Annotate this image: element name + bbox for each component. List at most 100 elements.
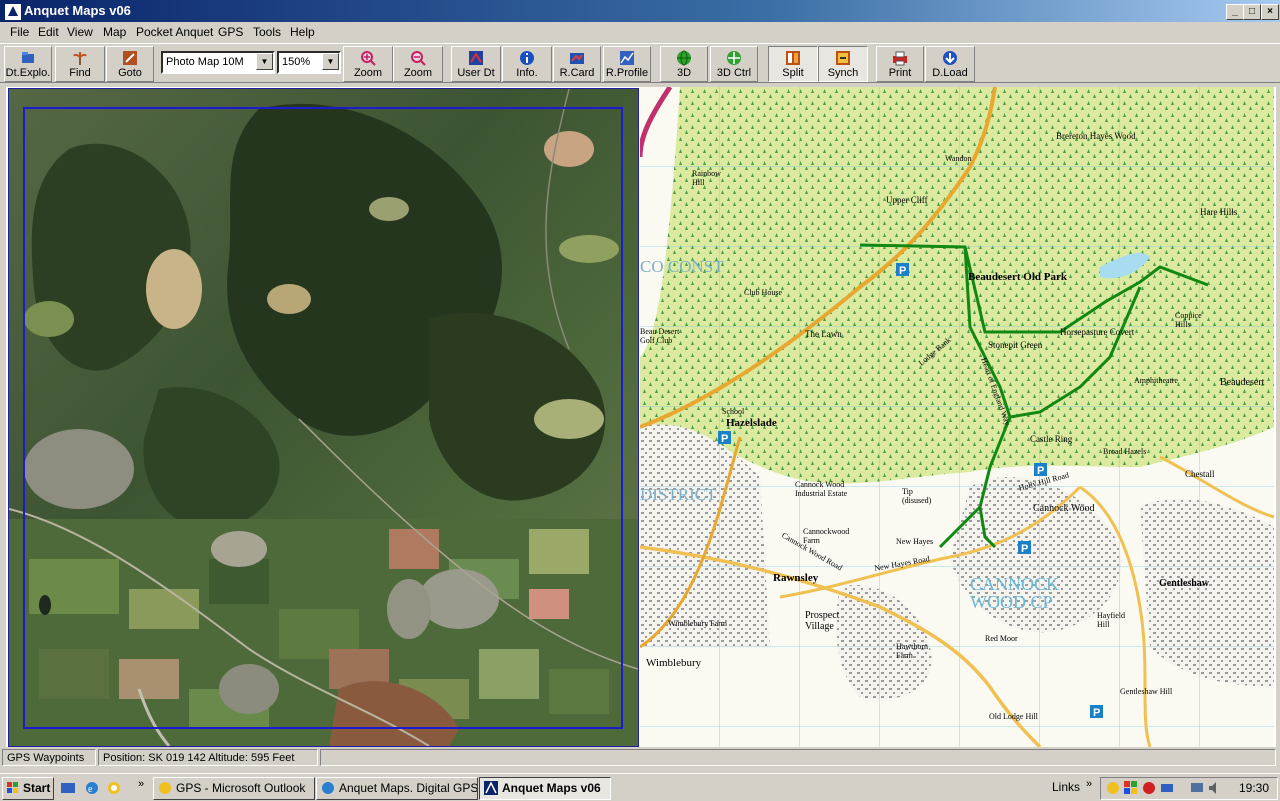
tray-antivirus-icon[interactable]	[1141, 780, 1157, 796]
map-label: Red Moor	[985, 634, 1018, 643]
map-label: Gentleshaw Hill	[1120, 687, 1173, 696]
links-more-icon[interactable]: »	[1086, 778, 1092, 790]
zoom-out-button[interactable]: Zoom	[393, 46, 443, 82]
route-profile-icon	[620, 51, 634, 65]
map-label: Hawthorn Farm	[896, 642, 928, 660]
start-button[interactable]: Start	[2, 777, 54, 800]
info-button[interactable]: Info.	[502, 46, 552, 82]
window-title: Anquet Maps v06	[24, 3, 131, 18]
synch-icon	[836, 51, 850, 65]
goto-button[interactable]: Goto	[106, 46, 154, 82]
zoom-out-icon	[411, 51, 426, 66]
print-button[interactable]: Print	[876, 46, 924, 82]
map-label: Old Lodge Hill	[989, 712, 1038, 721]
map-label: Hazelslade	[726, 417, 777, 429]
menu-bar: File Edit View Map Pocket Anquet GPS Too…	[0, 22, 1280, 42]
clock[interactable]: 19:30	[1239, 781, 1269, 795]
map-label: Amphitheatre	[1134, 376, 1178, 385]
map-label: CANNOCK WOOD CP	[970, 574, 1060, 612]
task-anquet-web[interactable]: Anquet Maps. Digital GPS...	[316, 777, 478, 800]
photo-map-pane[interactable]	[8, 88, 639, 747]
map-label: Upper Cliff	[886, 195, 928, 205]
map-label: Broad Hazels	[1103, 447, 1147, 456]
split-view-icon	[786, 51, 800, 65]
internet-explorer-icon[interactable]: e	[84, 780, 100, 796]
map-label: The Lawn	[805, 329, 842, 339]
map-type-select[interactable]: Photo Map 10M ▼	[161, 51, 275, 74]
title-bar: Anquet Maps v06 _ □ ×	[0, 0, 1280, 22]
task-anquet-maps[interactable]: Anquet Maps v06	[479, 777, 611, 800]
tray-office-icon[interactable]	[1123, 780, 1139, 796]
menu-map[interactable]: Map	[103, 25, 126, 39]
find-button[interactable]: Find	[55, 46, 105, 82]
outlook-icon[interactable]	[106, 780, 122, 796]
user-data-icon	[469, 51, 483, 65]
info-icon	[520, 51, 534, 65]
minimize-button[interactable]: _	[1226, 4, 1244, 20]
zoom-in-icon	[361, 51, 376, 66]
status-spare	[320, 749, 1276, 766]
3d-view-button[interactable]: 3D	[660, 46, 708, 82]
chevron-down-icon[interactable]: ▼	[256, 53, 273, 70]
map-label: Wimblebury	[646, 657, 702, 669]
map-label: Tip (disused)	[902, 487, 932, 505]
maximize-button[interactable]: □	[1243, 4, 1261, 20]
internet-explorer-icon	[322, 782, 334, 794]
map-label: Cannock Wood	[1033, 503, 1095, 514]
map-label: Brereton Hayes Wood	[1056, 131, 1136, 141]
map-label: DISTRICT	[640, 485, 717, 504]
svg-text:P: P	[1093, 707, 1100, 719]
map-label: School	[722, 407, 745, 416]
map-label: Chestall	[1185, 469, 1215, 479]
download-icon	[943, 51, 957, 65]
tray-clock-icon[interactable]	[1105, 780, 1121, 796]
route-profile-button[interactable]: R.Profile	[603, 46, 651, 82]
menu-view[interactable]: View	[67, 25, 93, 39]
svg-text:P: P	[721, 433, 728, 445]
download-button[interactable]: D.Load	[925, 46, 975, 82]
app-icon[interactable]	[4, 3, 22, 21]
toolbar: Dt.Explo. Find Goto Photo Map 10M ▼ 150%…	[0, 43, 1280, 83]
menu-file[interactable]: File	[10, 25, 29, 39]
route-card-button[interactable]: R.Card	[553, 46, 601, 82]
system-tray: 19:30	[1100, 777, 1278, 800]
menu-gps[interactable]: GPS	[218, 25, 243, 39]
globe-icon	[677, 50, 691, 66]
map-label: Prospect Village	[805, 610, 840, 632]
topo-map-pane[interactable]: P P P P P Beaudesert Old Park Rawnsley H…	[640, 87, 1274, 747]
menu-help[interactable]: Help	[290, 25, 315, 39]
route-card-icon	[570, 53, 584, 64]
3d-control-icon	[727, 51, 741, 65]
map-label: Beaudesert Old Park	[968, 271, 1067, 283]
tray-network-icon[interactable]	[1159, 780, 1175, 796]
palm-tree-icon	[73, 52, 87, 65]
zoom-in-button[interactable]: Zoom	[343, 46, 393, 82]
menu-pocket-anquet[interactable]: Pocket Anquet	[136, 25, 213, 39]
menu-edit[interactable]: Edit	[38, 25, 59, 39]
task-outlook[interactable]: GPS - Microsoft Outlook	[153, 777, 315, 800]
volume-icon[interactable]	[1207, 780, 1223, 796]
map-split-view: P P P P P Beaudesert Old Park Rawnsley H…	[6, 87, 1276, 747]
close-button[interactable]: ×	[1261, 4, 1279, 20]
map-label: Stonepit Green	[988, 340, 1043, 350]
split-button[interactable]: Split	[768, 46, 818, 82]
quicklaunch-more-icon[interactable]: »	[138, 778, 144, 790]
map-label: Wandon	[945, 154, 972, 163]
printer-icon	[893, 51, 907, 66]
view-extent-frame	[23, 107, 623, 729]
user-data-button[interactable]: User Dt	[451, 46, 501, 82]
menu-tools[interactable]: Tools	[253, 25, 281, 39]
synch-button[interactable]: Synch	[818, 46, 868, 82]
tray-monitor-icon[interactable]	[1189, 780, 1205, 796]
zoom-level-select[interactable]: 150% ▼	[277, 51, 341, 74]
data-explorer-button[interactable]: Dt.Explo.	[4, 46, 52, 82]
links-toolbar[interactable]: Links	[1052, 780, 1080, 794]
svg-text:e: e	[88, 784, 93, 795]
anquet-app-icon	[484, 781, 498, 795]
map-label: Beau Desert Golf Club	[640, 327, 680, 345]
windows-logo-icon	[7, 782, 18, 793]
status-mode: GPS Waypoints	[2, 749, 96, 766]
show-desktop-icon[interactable]	[60, 780, 76, 796]
3d-control-button[interactable]: 3D Ctrl	[710, 46, 758, 82]
chevron-down-icon[interactable]: ▼	[322, 53, 339, 70]
